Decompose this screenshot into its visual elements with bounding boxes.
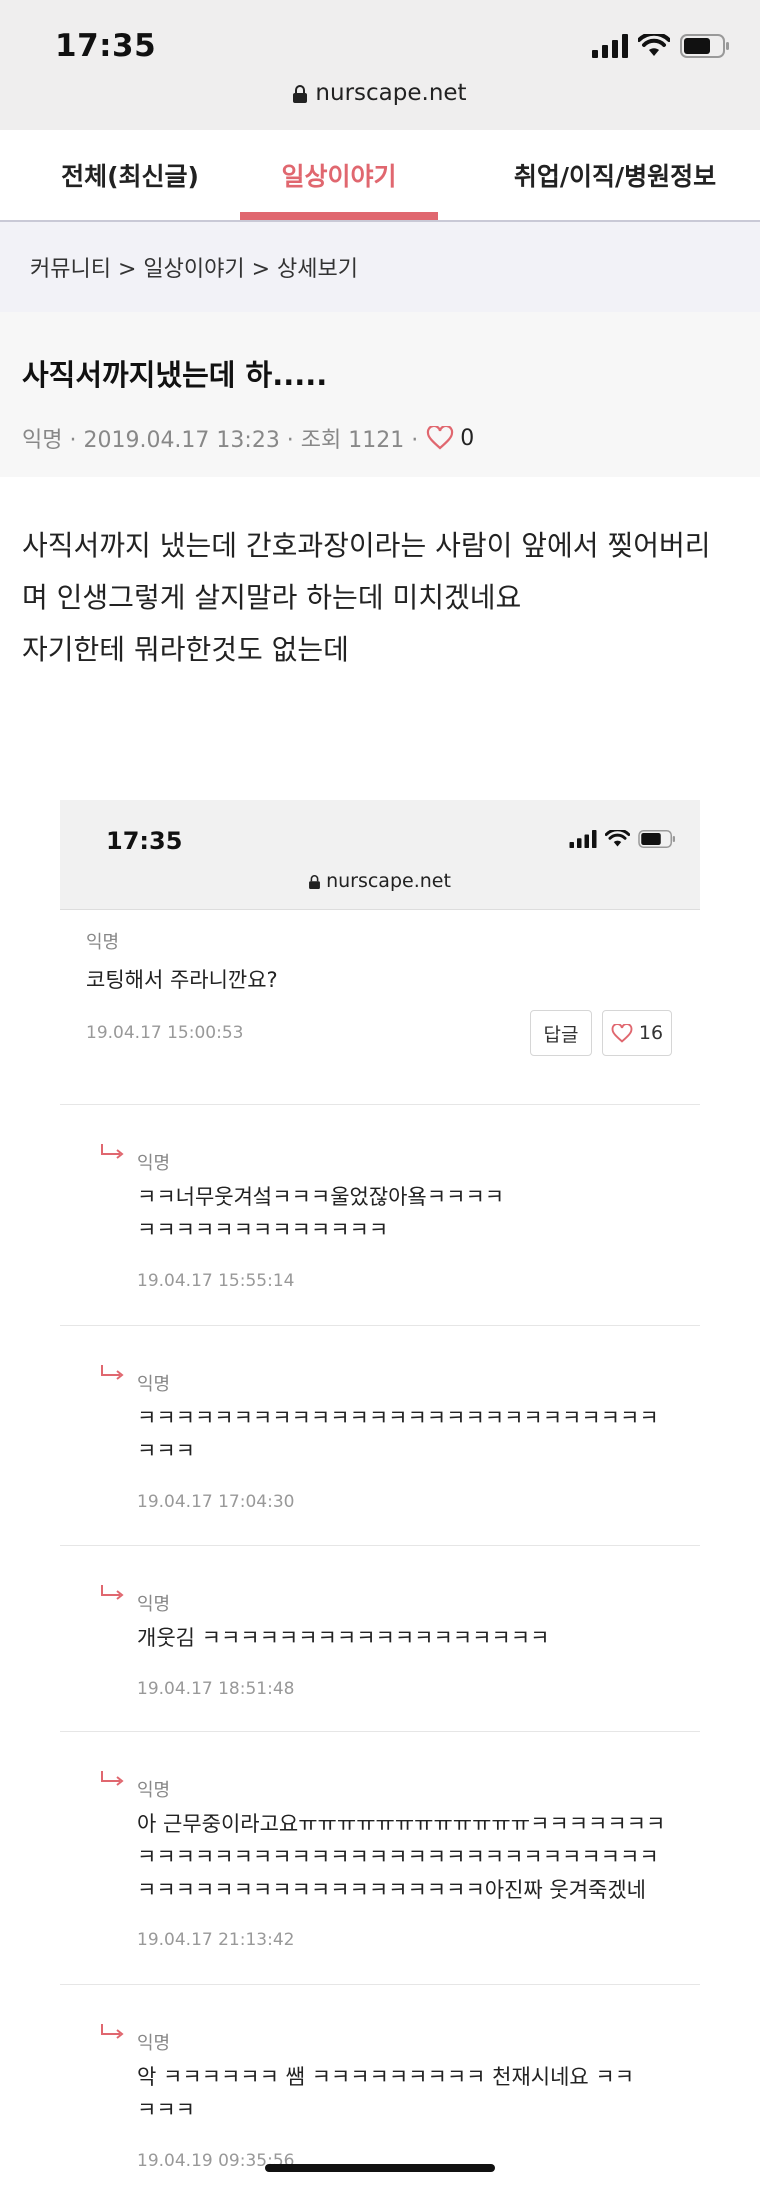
reply-item: 익명 개웃김 ㅋㅋㅋㅋㅋㅋㅋㅋㅋㅋㅋㅋㅋㅋㅋㅋㅋㅋ 19.04.17 18:51… xyxy=(60,1546,700,1732)
reply-text-line: 아 근무중이라고요ㅠㅠㅠㅠㅠㅠㅠㅠㅠㅠㅠㅠㅋㅋㅋㅋㅋㅋㅋ xyxy=(137,1812,666,1836)
comment-like-button[interactable]: 16 xyxy=(602,1010,672,1056)
post-header: 사직서까지냈는데 하..... 익명 · 2019.04.17 13:23 · … xyxy=(0,312,760,477)
wifi-icon xyxy=(605,830,630,847)
home-indicator[interactable] xyxy=(265,2164,495,2172)
reply-text-line: ㅋㅋㅋㅋㅋㅋㅋㅋㅋㅋㅋㅋㅋㅋㅋㅋㅋㅋ아진짜 웃겨죽겠네 xyxy=(137,1878,646,1902)
signal-icon xyxy=(569,830,597,848)
tab-daily-story[interactable]: 일상이야기 xyxy=(240,130,438,220)
lock-icon xyxy=(293,84,308,103)
status-icons xyxy=(592,30,730,62)
embedded-screenshot: 17:35 nurscape.net 익명 코팅해서 주라니깐요? 19.04.… xyxy=(60,800,700,2186)
post-meta-text: 익명 · 2019.04.17 13:23 · 조회 1121 · xyxy=(22,428,419,453)
post-like-count: 0 xyxy=(460,425,475,451)
reply-text-line: 개웃김 ㅋㅋㅋㅋㅋㅋㅋㅋㅋㅋㅋㅋㅋㅋㅋㅋㅋㅋ xyxy=(137,1626,550,1650)
screenshot-status-bar: 17:35 nurscape.net xyxy=(60,800,700,910)
comment-text: 코팅해서 주라니깐요? xyxy=(86,968,278,992)
comment-date: 19.04.17 15:00:53 xyxy=(86,1023,244,1043)
signal-icon xyxy=(592,34,628,58)
comment-like-count: 16 xyxy=(638,1022,664,1044)
reply-text-line: ㅋㅋㅋ xyxy=(137,1439,195,1463)
comment: 익명 코팅해서 주라니깐요? 19.04.17 15:00:53 답글 16 xyxy=(60,910,700,1105)
active-tab-indicator xyxy=(240,212,438,220)
browser-status-bar: 17:35 nurscape.net xyxy=(0,0,760,130)
reply-button[interactable]: 답글 xyxy=(530,1010,592,1056)
category-tabs: 전체(최신글) 일상이야기 취업/이직/병원정보 xyxy=(0,130,760,222)
reply-author: 익명 xyxy=(137,1780,171,1801)
reply-text-line: 악 ㅋㅋㅋㅋㅋㅋ 쌤 ㅋㅋㅋㅋㅋㅋㅋㅋㅋ 천재시네요 ㅋㅋ xyxy=(137,2065,635,2089)
reply-author: 익명 xyxy=(137,2033,171,2054)
lock-icon xyxy=(309,874,321,889)
reply-item: 익명 아 근무중이라고요ㅠㅠㅠㅠㅠㅠㅠㅠㅠㅠㅠㅠㅋㅋㅋㅋㅋㅋㅋ ㅋㅋㅋㅋㅋㅋㅋㅋ… xyxy=(60,1732,700,1985)
reply-author: 익명 xyxy=(137,1374,171,1395)
post-title: 사직서까지냈는데 하..... xyxy=(22,358,328,392)
reply-item: 익명 ㅋㅋ너무웃겨섴ㅋㅋㅋ울었잖아욬ㅋㅋㅋㅋ ㅋㅋㅋㅋㅋㅋㅋㅋㅋㅋㅋㅋㅋ 19.… xyxy=(60,1105,700,1326)
reply-item: 익명 ㅋㅋㅋㅋㅋㅋㅋㅋㅋㅋㅋㅋㅋㅋㅋㅋㅋㅋㅋㅋㅋㅋㅋㅋㅋㅋㅋ ㅋㅋㅋ 19.04… xyxy=(60,1326,700,1546)
screenshot-url-text: nurscape.net xyxy=(326,870,451,892)
tab-jobs-hospital[interactable]: 취업/이직/병원정보 xyxy=(470,130,760,220)
post-body: 사직서까지 냈는데 간호과장이라는 사람이 앞에서 찢어버리 며 인생그렇게 살… xyxy=(22,520,742,676)
reply-item: 익명 악 ㅋㅋㅋㅋㅋㅋ 쌤 ㅋㅋㅋㅋㅋㅋㅋㅋㅋ 천재시네요 ㅋㅋ ㅋㅋㅋ 19.… xyxy=(60,1985,700,2186)
post-body-line: 자기한테 뭐라한것도 없는데 xyxy=(22,633,349,666)
reply-date: 19.04.17 21:13:42 xyxy=(137,1930,295,1950)
screenshot-address-bar: nurscape.net xyxy=(60,870,700,892)
reply-arrow-icon xyxy=(101,2024,124,2039)
tab-all-latest[interactable]: 전체(최신글) xyxy=(20,130,240,220)
post-meta: 익명 · 2019.04.17 13:23 · 조회 1121 · 0 xyxy=(22,422,738,454)
screenshot-status-icons xyxy=(569,830,676,848)
breadcrumb: 커뮤니티 > 일상이야기 > 상세보기 xyxy=(0,222,760,312)
url-text: nurscape.net xyxy=(315,80,467,106)
reply-text-line: ㅋㅋㅋㅋㅋㅋㅋㅋㅋㅋㅋㅋㅋㅋㅋㅋㅋㅋㅋㅋㅋㅋㅋㅋㅋㅋㅋ xyxy=(137,1406,659,1430)
reply-arrow-icon xyxy=(101,1771,124,1786)
reply-date: 19.04.17 17:04:30 xyxy=(137,1492,295,1512)
post-body-line: 며 인생그렇게 살지말라 하는데 미치겠네요 xyxy=(22,581,522,614)
reply-text-line: ㅋㅋㅋ xyxy=(137,2098,195,2122)
reply-arrow-icon xyxy=(101,1365,124,1380)
reply-arrow-icon xyxy=(101,1144,124,1159)
comment-author: 익명 xyxy=(86,932,120,953)
reply-text-line: ㅋㅋ너무웃겨섴ㅋㅋㅋ울었잖아욬ㅋㅋㅋㅋ xyxy=(137,1185,505,1209)
reply-date: 19.04.17 15:55:14 xyxy=(137,1271,295,1291)
reply-text-line: ㅋㅋㅋㅋㅋㅋㅋㅋㅋㅋㅋㅋㅋ xyxy=(137,1218,389,1242)
reply-author: 익명 xyxy=(137,1153,171,1174)
address-bar[interactable]: nurscape.net xyxy=(0,80,760,106)
battery-icon xyxy=(680,34,729,58)
heart-icon[interactable] xyxy=(426,426,454,450)
reply-arrow-icon xyxy=(101,1585,124,1600)
reply-author: 익명 xyxy=(137,1594,171,1615)
wifi-icon xyxy=(638,34,670,56)
reply-date: 19.04.17 18:51:48 xyxy=(137,1679,295,1699)
reply-text-line: ㅋㅋㅋㅋㅋㅋㅋㅋㅋㅋㅋㅋㅋㅋㅋㅋㅋㅋㅋㅋㅋㅋㅋㅋㅋㅋㅋ xyxy=(137,1845,659,1869)
heart-icon xyxy=(611,1023,633,1043)
status-time: 17:35 xyxy=(55,28,157,64)
battery-icon xyxy=(638,830,675,848)
post-body-line: 사직서까지 냈는데 간호과장이라는 사람이 앞에서 찢어버리 xyxy=(22,529,711,562)
screenshot-time: 17:35 xyxy=(106,827,183,855)
